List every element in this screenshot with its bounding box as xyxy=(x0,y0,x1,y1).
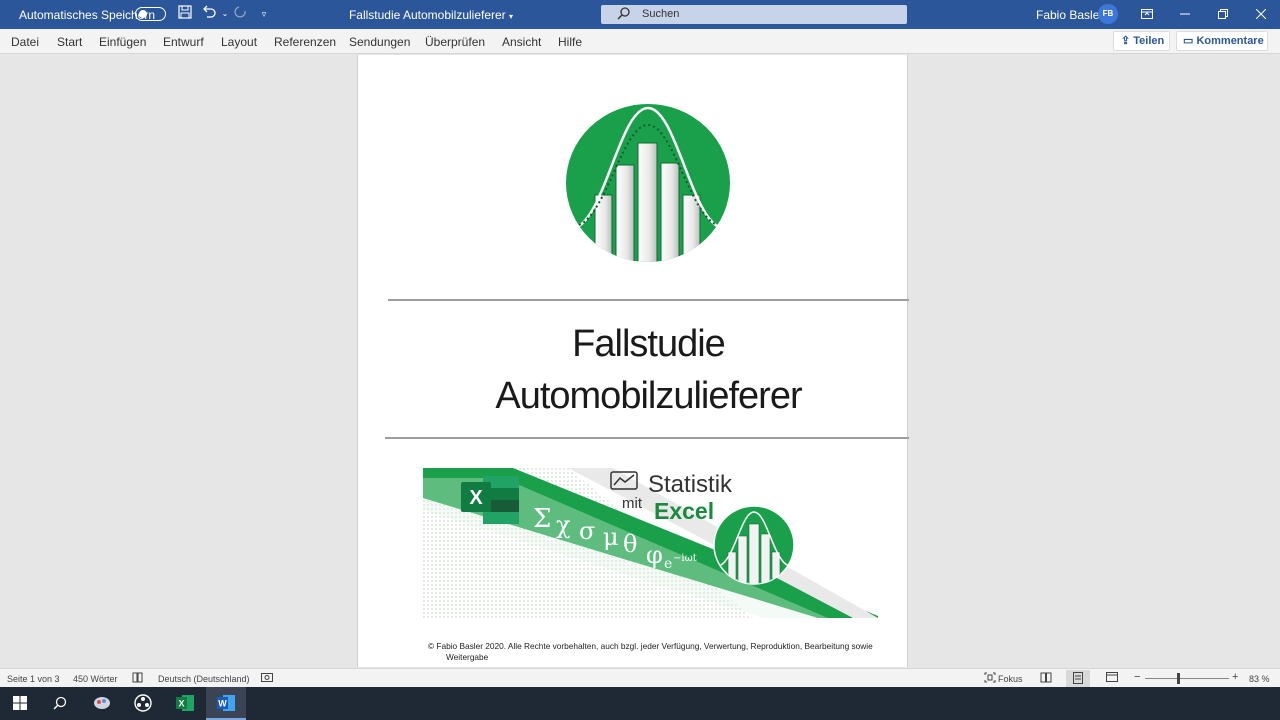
symbol-e: e xyxy=(664,556,672,572)
brand-mit: mit xyxy=(622,495,643,512)
comments-button[interactable]: ▭ Kommentare xyxy=(1176,31,1268,51)
avatar[interactable]: FB xyxy=(1098,4,1118,24)
close-icon[interactable] xyxy=(1245,0,1277,29)
minimize-icon[interactable] xyxy=(1169,0,1201,29)
zoom-level[interactable]: 83 % xyxy=(1249,674,1270,684)
symbol-chi: χ xyxy=(556,511,571,539)
app-shortcut-icon[interactable] xyxy=(82,687,122,720)
zoom-slider-thumb[interactable] xyxy=(1177,673,1180,684)
taskbar-search-icon[interactable] xyxy=(40,687,80,720)
comment-icon: ▭ xyxy=(1183,35,1194,47)
tab-referenzen[interactable]: Referenzen xyxy=(274,35,336,49)
tab-datei[interactable]: Datei xyxy=(11,35,39,49)
document-page[interactable]: Fallstudie Automobilzulieferer X Statist… xyxy=(357,55,909,667)
status-bar: Seite 1 von 3 450 Wörter Deutsch (Deutsc… xyxy=(0,668,1280,687)
title-bar: Automatisches Speichern ⌄ ▿ Fallstudie A… xyxy=(0,0,1280,29)
copyright-notice: © Fabio Basler 2020. Alle Rechte vorbeha… xyxy=(428,641,888,663)
heading-line-1: Fallstudie xyxy=(572,323,726,365)
symbol-sigma-upper: Σ xyxy=(533,504,551,534)
symbol-exponent: −iωt xyxy=(673,553,697,564)
document-title-text: Fallstudie Automobilzulieferer xyxy=(348,8,506,22)
accessibility-icon[interactable] xyxy=(261,672,273,685)
svg-text:W: W xyxy=(218,699,227,709)
search-icon xyxy=(617,6,631,20)
word-count[interactable]: 450 Wörter xyxy=(73,674,118,684)
title-dropdown-icon: ▾ xyxy=(509,12,514,21)
search-placeholder: Suchen xyxy=(642,8,680,20)
symbol-sigma: σ xyxy=(579,517,595,545)
tab-hilfe[interactable]: Hilfe xyxy=(558,35,582,49)
copyright-line-1: © Fabio Basler 2020. Alle Rechte vorbeha… xyxy=(428,641,873,651)
excel-taskbar-icon[interactable]: X xyxy=(165,687,205,720)
svg-text:X: X xyxy=(469,487,483,509)
web-layout-icon[interactable] xyxy=(1106,672,1118,685)
tab-layout[interactable]: Layout xyxy=(221,35,257,49)
focus-icon[interactable] xyxy=(984,672,996,685)
focus-label[interactable]: Fokus xyxy=(998,674,1023,684)
read-mode-icon[interactable] xyxy=(1040,672,1052,685)
symbol-theta: θ xyxy=(623,530,637,558)
user-name[interactable]: Fabio Basler xyxy=(1036,8,1103,22)
tab-einfuegen[interactable]: Einfügen xyxy=(99,35,146,49)
svg-text:X: X xyxy=(178,699,184,709)
share-icon: ⇪ xyxy=(1121,35,1131,47)
copyright-line-2: Weitergabe xyxy=(446,652,489,662)
tab-entwurf[interactable]: Entwurf xyxy=(163,35,204,49)
share-button[interactable]: ⇪ Teilen xyxy=(1113,31,1170,51)
zoom-slider[interactable] xyxy=(1145,678,1229,679)
comments-label: Kommentare xyxy=(1196,35,1264,47)
symbol-mu: μ xyxy=(603,523,619,551)
brand-excel: Excel xyxy=(654,498,714,524)
search-box[interactable]: Suchen xyxy=(601,5,907,24)
heading-line-2: Automobilzulieferer xyxy=(495,375,802,417)
share-label: Teilen xyxy=(1133,35,1165,47)
symbol-phi: φ xyxy=(646,541,663,569)
divider-top xyxy=(388,299,909,301)
ribbon-tabs: Datei Start Einfügen Entwurf Layout Refe… xyxy=(0,29,1280,54)
obs-icon[interactable] xyxy=(123,687,163,720)
tab-ueberpruefen[interactable]: Überprüfen xyxy=(425,35,485,49)
brand-statistik: Statistik xyxy=(648,471,733,498)
divider-bottom xyxy=(385,437,909,439)
word-taskbar-icon[interactable]: W xyxy=(206,687,246,720)
taskbar: X W xyxy=(0,687,1280,720)
restore-icon[interactable] xyxy=(1207,0,1239,29)
document-heading: Fallstudie Automobilzulieferer xyxy=(388,318,909,422)
tab-ansicht[interactable]: Ansicht xyxy=(502,35,541,49)
tab-sendungen[interactable]: Sendungen xyxy=(349,35,410,49)
print-layout-icon[interactable] xyxy=(1066,670,1090,687)
zoom-out-icon[interactable]: − xyxy=(1134,671,1140,683)
tab-start[interactable]: Start xyxy=(57,35,82,49)
statistik-excel-banner: X Statistik mit Excel Σ χ σ μ θ φ e −iωt xyxy=(423,468,878,618)
zoom-in-icon[interactable]: + xyxy=(1232,671,1238,683)
windows-start-icon[interactable] xyxy=(0,687,40,720)
statistics-logo xyxy=(566,104,730,262)
proofing-icon[interactable] xyxy=(132,672,143,685)
language[interactable]: Deutsch (Deutschland) xyxy=(158,674,250,684)
page-info[interactable]: Seite 1 von 3 xyxy=(7,674,60,684)
ribbon-display-options-icon[interactable] xyxy=(1131,0,1163,29)
